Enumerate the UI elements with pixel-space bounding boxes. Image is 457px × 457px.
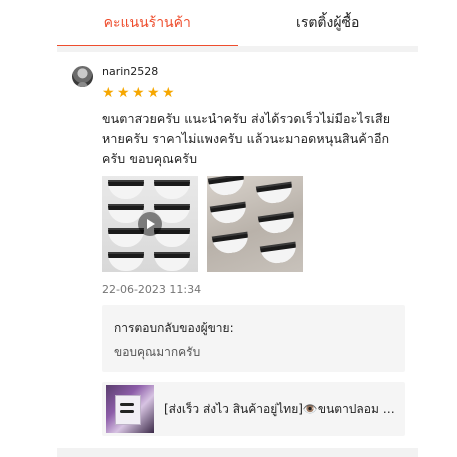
review-video-thumbnail[interactable]: [102, 176, 198, 272]
star-icon: ★: [162, 85, 175, 101]
seller-reply: การตอบกลับของผู้ขาย: ขอบคุณมากครับ: [102, 305, 405, 372]
seller-reply-body: ขอบคุณมากครับ: [114, 345, 201, 359]
lash-image: [211, 233, 251, 256]
review-item: narin2528 ★ ★ ★ ★ ★ ขนตาสวยครับ แนะนำครั…: [57, 52, 418, 457]
star-icon: ★: [147, 85, 160, 101]
star-rating: ★ ★ ★ ★ ★: [102, 86, 176, 100]
lash-image: [255, 183, 295, 206]
reviewer-username: narin2528: [102, 65, 159, 78]
lash-image: [207, 176, 247, 198]
star-icon: ★: [117, 85, 130, 101]
product-thumbnail: [106, 385, 154, 433]
rating-tabs: คะแนนร้านค้า เรตติ้งผู้ซื้อ: [57, 0, 418, 47]
seller-reply-title: การตอบกลับของผู้ขาย:: [114, 321, 234, 335]
tab-shop-rating[interactable]: คะแนนร้านค้า: [57, 0, 238, 47]
lash-image: [108, 182, 144, 199]
lash-image: [108, 254, 144, 271]
review-screen: คะแนนร้านค้า เรตติ้งผู้ซื้อ narin2528 ★ …: [0, 0, 457, 457]
tab-shop-rating-label: คะแนนร้านค้า: [103, 15, 191, 31]
lash-image: [108, 230, 144, 247]
lash-image: [209, 203, 249, 226]
review-media: [102, 176, 303, 272]
lash-image: [154, 254, 190, 271]
play-icon[interactable]: [138, 212, 162, 236]
avatar[interactable]: [72, 66, 93, 87]
tab-buyer-rating-label: เรตติ้งผู้ซื้อ: [296, 15, 360, 31]
tab-buyer-rating[interactable]: เรตติ้งผู้ซื้อ: [238, 0, 419, 46]
star-icon: ★: [132, 85, 145, 101]
lash-image: [259, 243, 299, 266]
product-card[interactable]: [ส่งเร็ว ส่งไว สินค้าอยู่ไทย]👁️ขนตาปลอม …: [102, 382, 405, 436]
star-icon: ★: [102, 85, 115, 101]
review-timestamp: 22-06-2023 11:34: [102, 283, 202, 296]
lash-image: [257, 213, 297, 236]
lash-image: [154, 182, 190, 199]
section-divider: [57, 448, 418, 457]
review-photo-thumbnail[interactable]: [207, 176, 303, 272]
product-title: [ส่งเร็ว ส่งไว สินค้าอยู่ไทย]👁️ขนตาปลอม …: [164, 402, 400, 416]
lash-image: [154, 230, 190, 247]
review-text: ขนตาสวยครับ แนะนำครับ ส่งได้รวดเร็วไม่มี…: [102, 111, 391, 166]
